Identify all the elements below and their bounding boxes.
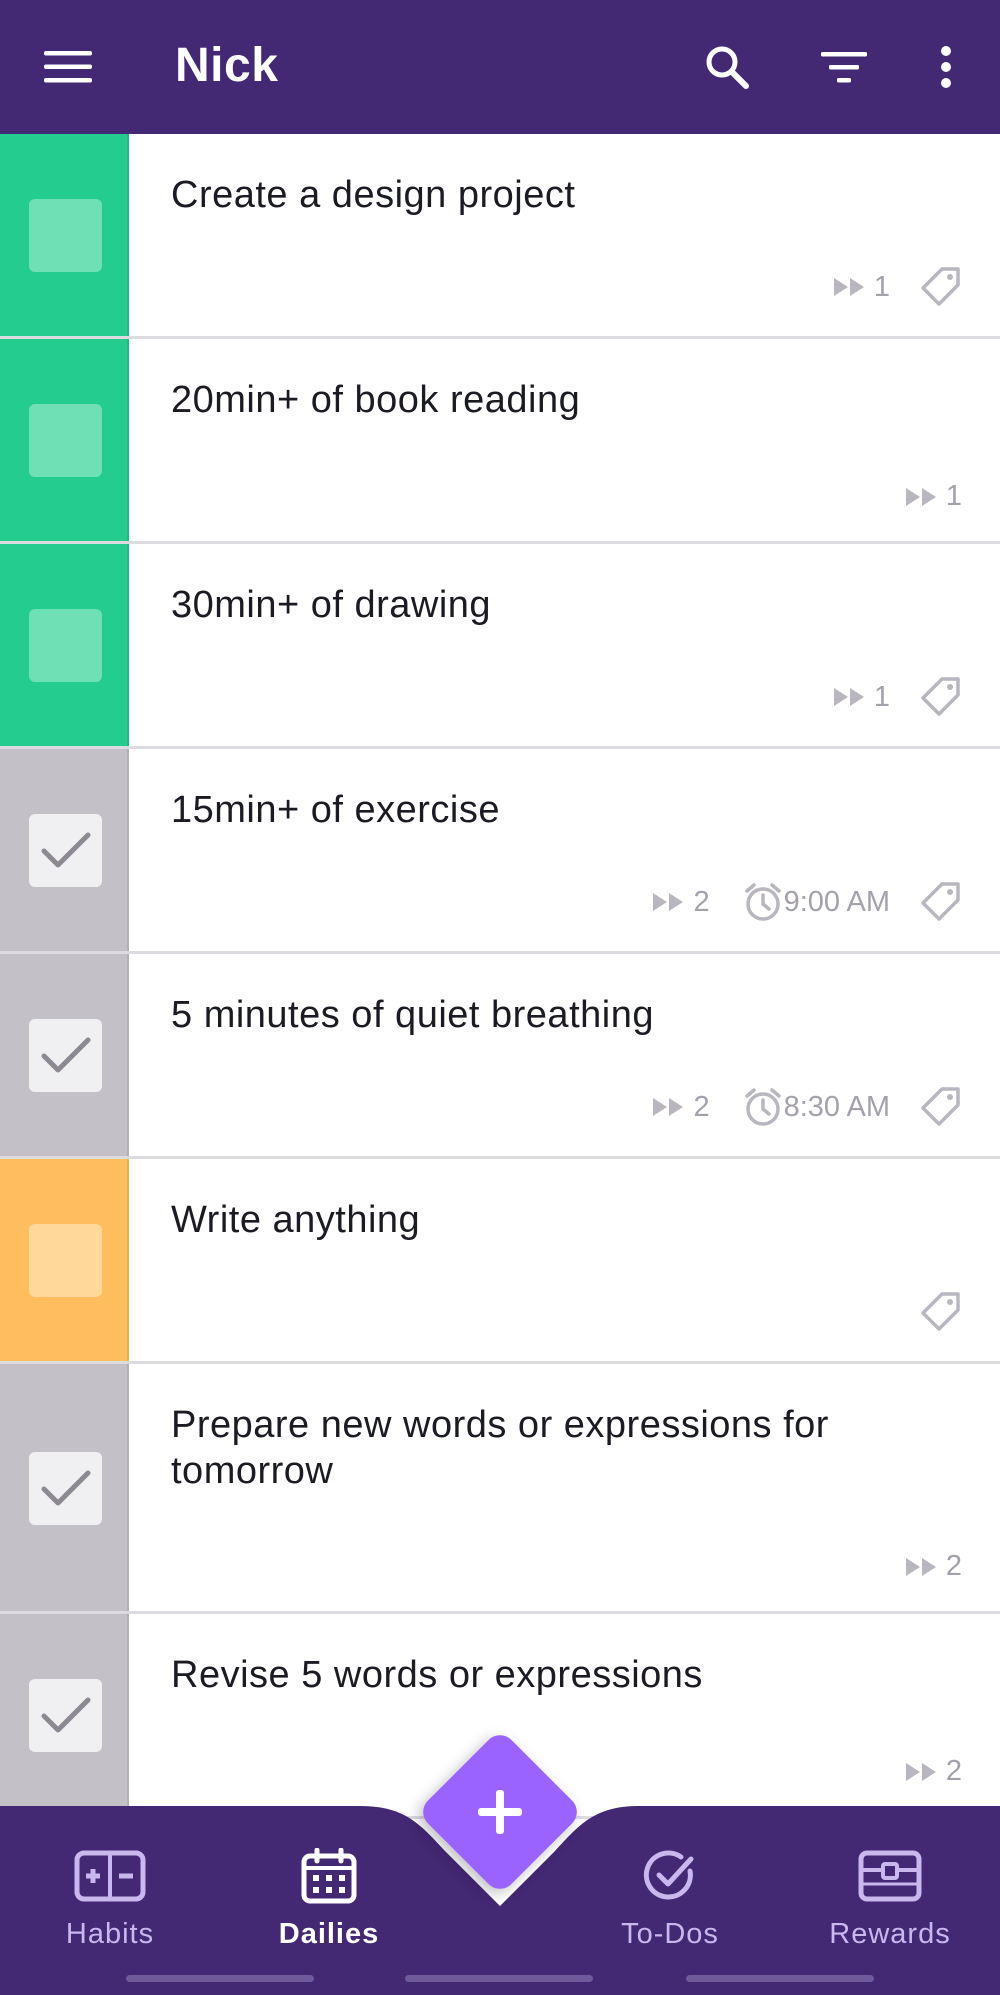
- tag-icon: [920, 881, 962, 923]
- task-color-strip: [0, 1614, 129, 1816]
- task-color-strip: [0, 1364, 129, 1611]
- nav-dailies-label: Dailies: [278, 1918, 380, 1950]
- streak-count: 1: [873, 680, 890, 713]
- nav-dailies[interactable]: Dailies: [244, 1846, 414, 1951]
- task-row[interactable]: Create a design project 1: [0, 134, 1000, 339]
- checkmark-icon: [40, 1036, 92, 1076]
- task-title: Create a design project: [171, 174, 576, 216]
- task-row[interactable]: Prepare new words or expressions for tom…: [0, 1364, 1000, 1614]
- task-meta: 2: [870, 1755, 962, 1788]
- streak-icon: [653, 1097, 693, 1117]
- streak-counter: 2: [653, 885, 710, 919]
- nav-rewards-label: Rewards: [829, 1918, 951, 1950]
- streak-icon: [905, 487, 946, 507]
- streak-counter: 2: [905, 1755, 962, 1788]
- task-row[interactable]: 30min+ of drawing 1: [0, 544, 1000, 749]
- task-checkbox[interactable]: [29, 1452, 102, 1525]
- task-meta: 1: [870, 480, 962, 513]
- task-color-strip: [0, 954, 129, 1156]
- tag-icon: [920, 1291, 962, 1333]
- streak-counter: 2: [653, 1090, 710, 1124]
- task-color-strip: [0, 134, 129, 336]
- streak-count: 2: [945, 1755, 962, 1787]
- task-checkbox[interactable]: [29, 609, 102, 682]
- more-vert-icon[interactable]: [916, 37, 976, 97]
- streak-counter: 1: [833, 270, 890, 304]
- task-title: Revise 5 words or expressions: [171, 1654, 703, 1696]
- checkmark-icon: [40, 1469, 92, 1509]
- streak-icon: [833, 277, 874, 297]
- task-color-strip: [0, 1159, 129, 1361]
- task-meta: 1: [798, 676, 962, 718]
- check-circle-icon: [585, 1846, 755, 1906]
- reminder: 8:30 AM: [744, 1087, 890, 1127]
- task-meta: 2 8:30 AM: [617, 1086, 962, 1128]
- task-checkbox[interactable]: [29, 1019, 102, 1092]
- streak-count: 1: [945, 480, 962, 512]
- streak-count: 1: [873, 270, 890, 303]
- tag-icon: [920, 676, 962, 718]
- task-meta: 1: [798, 266, 962, 308]
- task-title: 20min+ of book reading: [171, 379, 581, 421]
- task-checkbox[interactable]: [29, 814, 102, 887]
- task-checkbox[interactable]: [29, 1679, 102, 1752]
- task-row[interactable]: 20min+ of book reading 1: [0, 339, 1000, 544]
- reminder: 9:00 AM: [744, 882, 890, 922]
- task-row[interactable]: Write anything: [0, 1159, 1000, 1364]
- plus-icon: [470, 1782, 530, 1842]
- task-title: Prepare new words or expressions for tom…: [171, 1404, 829, 1492]
- streak-count: 2: [693, 885, 710, 918]
- task-title: 15min+ of exercise: [171, 789, 500, 831]
- alarm-clock-icon: [744, 1087, 784, 1127]
- task-checkbox[interactable]: [29, 404, 102, 477]
- nav-habits[interactable]: Habits: [25, 1846, 195, 1951]
- gesture-bar-right: [686, 1975, 874, 1982]
- task-color-strip: [0, 339, 129, 541]
- checkmark-icon: [40, 831, 92, 871]
- task-checkbox[interactable]: [29, 1224, 102, 1297]
- tag-icon: [920, 1086, 962, 1128]
- alarm-clock-icon: [744, 882, 784, 922]
- task-title: 5 minutes of quiet breathing: [171, 994, 654, 1036]
- task-checkbox[interactable]: [29, 199, 102, 272]
- nav-todos[interactable]: To-Dos: [585, 1846, 755, 1951]
- app-bar: Nick: [0, 0, 1000, 134]
- streak-icon: [905, 1557, 946, 1577]
- streak-counter: 1: [905, 480, 962, 513]
- dailies-list: Create a design project 1 20min+ of book r…: [0, 134, 1000, 1819]
- task-color-strip: [0, 544, 129, 746]
- streak-icon: [905, 1762, 946, 1782]
- task-meta: 2 9:00 AM: [617, 881, 962, 923]
- streak-icon: [833, 687, 874, 707]
- treasure-chest-icon: [805, 1846, 975, 1906]
- search-icon[interactable]: [697, 37, 757, 97]
- task-meta: 2: [870, 1550, 962, 1583]
- task-meta: [890, 1291, 962, 1333]
- streak-count: 2: [945, 1550, 962, 1582]
- task-color-strip: [0, 749, 129, 951]
- tag-icon: [920, 266, 962, 308]
- streak-count: 2: [693, 1090, 710, 1123]
- gesture-bar-left: [126, 1975, 314, 1982]
- streak-counter: 2: [905, 1550, 962, 1583]
- reminder-time: 9:00 AM: [783, 885, 890, 918]
- nav-habits-label: Habits: [65, 1918, 155, 1950]
- task-row[interactable]: 15min+ of exercise 2 9:00 AM: [0, 749, 1000, 954]
- menu-icon[interactable]: [38, 37, 98, 97]
- streak-icon: [653, 892, 693, 912]
- nav-todos-label: To-Dos: [621, 1918, 719, 1950]
- streak-counter: 1: [833, 680, 890, 714]
- habits-icon: [25, 1846, 195, 1906]
- task-title: 30min+ of drawing: [171, 584, 492, 626]
- gesture-bar-center: [405, 1975, 593, 1982]
- page-title: Nick: [175, 39, 279, 92]
- filter-icon[interactable]: [814, 37, 874, 97]
- checkmark-icon: [40, 1696, 92, 1736]
- reminder-time: 8:30 AM: [783, 1090, 890, 1123]
- task-title: Write anything: [171, 1199, 421, 1241]
- calendar-icon: [244, 1846, 414, 1906]
- nav-rewards[interactable]: Rewards: [805, 1846, 975, 1951]
- task-row[interactable]: 5 minutes of quiet breathing 2 8:30 AM: [0, 954, 1000, 1159]
